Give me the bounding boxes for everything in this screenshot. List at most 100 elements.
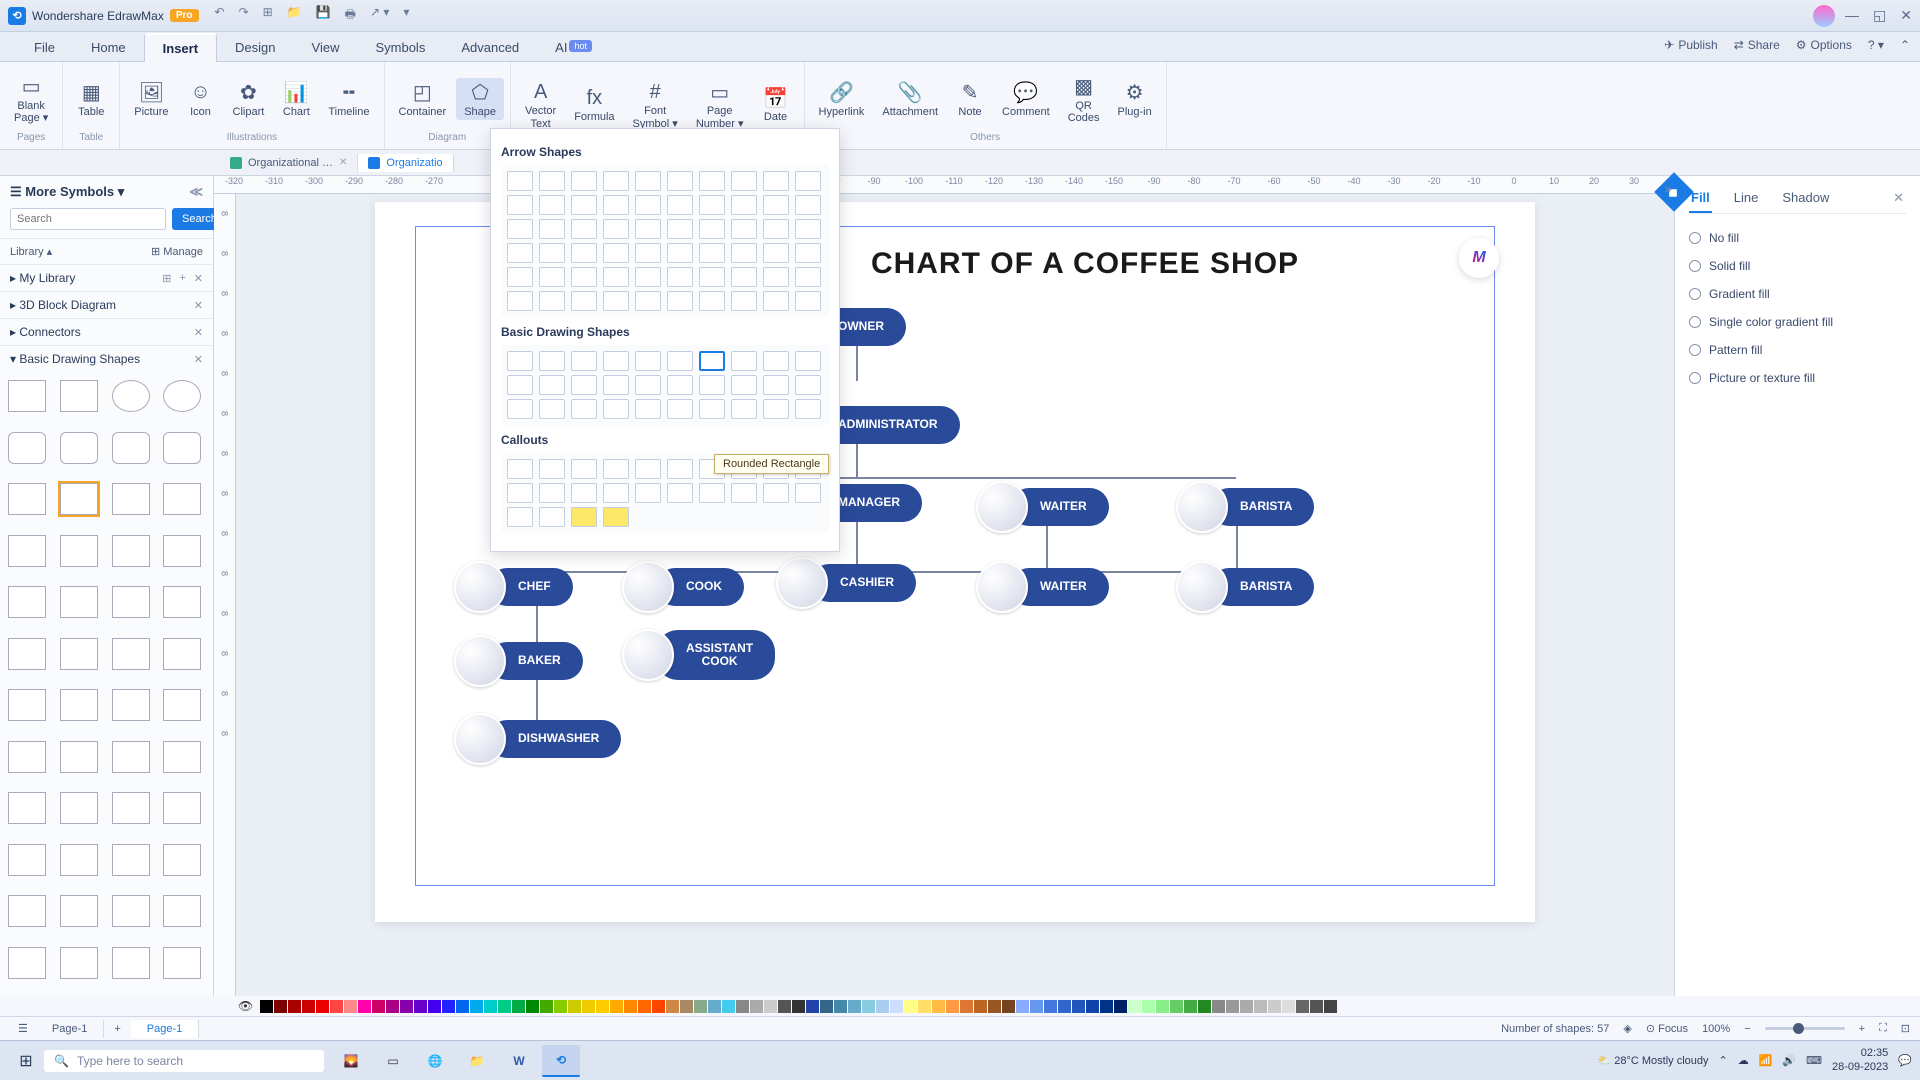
ribbon-date[interactable]: 📅Date [754, 83, 798, 125]
org-node-waiter[interactable]: WAITER [976, 481, 1109, 533]
color-swatch[interactable] [1086, 1000, 1099, 1013]
shape-palette-item[interactable] [163, 689, 201, 721]
zoom-slider[interactable] [1765, 1027, 1845, 1030]
dropdown-shape-item[interactable] [667, 375, 693, 395]
dropdown-shape-item[interactable] [731, 195, 757, 215]
dropdown-shape-item[interactable] [731, 399, 757, 419]
dropdown-shape-item[interactable] [603, 243, 629, 263]
dropdown-shape-item[interactable] [507, 507, 533, 527]
shape-palette-item[interactable] [60, 638, 98, 670]
ribbon-formula[interactable]: fxFormula [566, 83, 622, 125]
more-qat-icon[interactable]: ▾ [403, 5, 409, 26]
tray-clock[interactable]: 02:3528-09-2023 [1832, 1047, 1888, 1073]
shape-palette-item[interactable] [112, 535, 150, 567]
color-swatch[interactable] [792, 1000, 805, 1013]
org-node-dish[interactable]: DISHWASHER [454, 713, 621, 765]
user-avatar[interactable] [1813, 5, 1835, 27]
save-icon[interactable]: 💾 [316, 5, 331, 26]
maximize-icon[interactable]: ◱ [1873, 7, 1886, 24]
color-swatch[interactable] [1310, 1000, 1323, 1013]
org-node-barista[interactable]: BARISTA [1176, 481, 1314, 533]
dropdown-shape-item[interactable] [539, 219, 565, 239]
color-swatch[interactable] [344, 1000, 357, 1013]
shape-palette-item[interactable] [163, 741, 201, 773]
color-swatch[interactable] [456, 1000, 469, 1013]
dropdown-shape-item[interactable] [635, 351, 661, 371]
section-basicshapes[interactable]: ▾ Basic Drawing Shapes [10, 352, 140, 366]
color-swatch[interactable] [582, 1000, 595, 1013]
dropdown-shape-item[interactable] [603, 351, 629, 371]
ribbon-plug-in[interactable]: ⚙Plug-in [1110, 78, 1160, 120]
color-swatch[interactable] [1072, 1000, 1085, 1013]
color-swatch[interactable] [1296, 1000, 1309, 1013]
color-swatch[interactable] [834, 1000, 847, 1013]
color-swatch[interactable] [1044, 1000, 1057, 1013]
ai-assistant-button[interactable]: M [1459, 238, 1499, 278]
dropdown-shape-item[interactable] [699, 171, 725, 191]
shape-palette-item[interactable] [163, 638, 201, 670]
color-swatch[interactable] [680, 1000, 693, 1013]
dropdown-shape-item[interactable] [571, 507, 597, 527]
color-swatch[interactable] [946, 1000, 959, 1013]
shape-palette-item[interactable] [163, 483, 201, 515]
color-swatch[interactable] [876, 1000, 889, 1013]
dropdown-shape-item[interactable] [795, 375, 821, 395]
taskbar-app-1[interactable]: 🌄 [332, 1045, 370, 1077]
dropdown-shape-item[interactable] [539, 483, 565, 503]
dropdown-shape-item[interactable] [571, 267, 597, 287]
menu-symbols[interactable]: Symbols [357, 34, 443, 61]
color-swatch[interactable] [1016, 1000, 1029, 1013]
dropdown-shape-item[interactable] [571, 483, 597, 503]
color-swatch[interactable] [638, 1000, 651, 1013]
ribbon-comment[interactable]: 💬Comment [994, 78, 1058, 120]
fill-option[interactable]: Pattern fill [1689, 336, 1906, 364]
shape-palette-item[interactable] [8, 947, 46, 979]
new-icon[interactable]: ⊞ [263, 5, 273, 26]
dropdown-shape-item[interactable] [603, 459, 629, 479]
color-swatch[interactable] [750, 1000, 763, 1013]
color-swatch[interactable] [1030, 1000, 1043, 1013]
color-swatch[interactable] [554, 1000, 567, 1013]
shape-palette-item[interactable] [8, 895, 46, 927]
color-swatch[interactable] [1156, 1000, 1169, 1013]
color-swatch[interactable] [330, 1000, 343, 1013]
ribbon-icon[interactable]: ☺Icon [179, 78, 223, 120]
dropdown-shape-item[interactable] [635, 195, 661, 215]
dropdown-shape-item[interactable] [795, 291, 821, 311]
dropdown-shape-item[interactable] [571, 243, 597, 263]
dropdown-shape-item[interactable] [571, 351, 597, 371]
dropdown-shape-item[interactable] [795, 171, 821, 191]
dropdown-shape-item[interactable] [795, 243, 821, 263]
color-swatch[interactable] [442, 1000, 455, 1013]
shadow-tab[interactable]: Shadow [1780, 184, 1831, 213]
color-swatch[interactable] [960, 1000, 973, 1013]
fill-option[interactable]: Solid fill [1689, 252, 1906, 280]
dropdown-shape-item[interactable] [667, 291, 693, 311]
export-icon[interactable]: ↗ ▾ [370, 5, 389, 26]
dropdown-shape-item[interactable] [731, 171, 757, 191]
tray-lang-icon[interactable]: ⌨ [1806, 1054, 1822, 1067]
shape-palette-item[interactable] [60, 844, 98, 876]
dropdown-shape-item[interactable] [731, 291, 757, 311]
shape-palette-item[interactable] [163, 586, 201, 618]
zoom-in-icon[interactable]: + [1859, 1023, 1865, 1035]
dropdown-shape-item[interactable] [699, 243, 725, 263]
ribbon-timeline[interactable]: ╍Timeline [320, 78, 377, 120]
menu-insert[interactable]: Insert [144, 33, 217, 62]
open-icon[interactable]: 📁 [287, 5, 302, 26]
dropdown-shape-item[interactable] [699, 483, 725, 503]
color-swatch[interactable] [1198, 1000, 1211, 1013]
dropdown-shape-item[interactable] [539, 507, 565, 527]
dropdown-shape-item[interactable] [603, 219, 629, 239]
color-swatch[interactable] [806, 1000, 819, 1013]
shape-palette-item[interactable] [112, 380, 150, 412]
dropdown-shape-item[interactable] [635, 399, 661, 419]
doc-tab-2[interactable]: Organizatio [358, 154, 453, 172]
shape-palette-item[interactable] [8, 380, 46, 412]
shape-palette-item[interactable] [8, 432, 46, 464]
dropdown-shape-item[interactable] [507, 399, 533, 419]
library-dropdown[interactable]: Library ▴ [10, 245, 52, 258]
color-swatch[interactable] [918, 1000, 931, 1013]
fill-option[interactable]: Single color gradient fill [1689, 308, 1906, 336]
dropdown-shape-item[interactable] [571, 375, 597, 395]
